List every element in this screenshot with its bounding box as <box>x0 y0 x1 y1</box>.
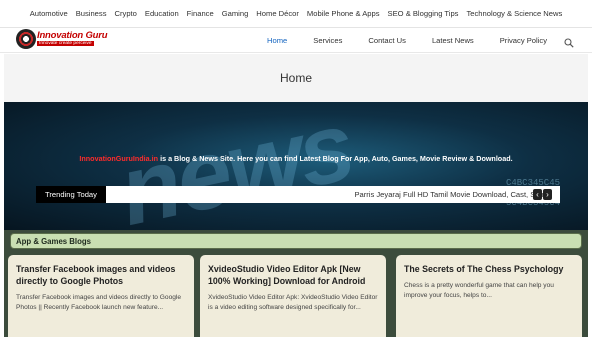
blog-card[interactable]: XvideoStudio Video Editor Apk [New 100% … <box>200 255 386 337</box>
nav-contact-us[interactable]: Contact Us <box>355 36 419 45</box>
trending-bar: Trending Today Parris Jeyaraj Full HD Ta… <box>36 186 560 203</box>
category-crypto[interactable]: Crypto <box>115 9 137 18</box>
blog-section: App & Games Blogs Transfer Facebook imag… <box>4 230 588 337</box>
nav-latest-news[interactable]: Latest News <box>419 36 487 45</box>
blog-card-excerpt: XvideoStudio Video Editor Apk: XvideoStu… <box>208 294 378 311</box>
hero-banner: news C4BC345C45AC6BC345C65C4BC345C4 Inno… <box>4 102 588 230</box>
logo-tagline: Innovate create perceive <box>37 41 94 46</box>
category-education[interactable]: Education <box>145 9 179 18</box>
nav-home[interactable]: Home <box>254 36 300 45</box>
category-automotive[interactable]: Automotive <box>30 9 68 18</box>
hero-background-graphic: news <box>110 102 361 230</box>
logo-name: Innovation Guru <box>37 30 108 41</box>
blog-card-excerpt: Transfer Facebook images and videos dire… <box>16 294 182 311</box>
main-nav: Home Services Contact Us Latest News Pri… <box>254 28 574 52</box>
trending-next-icon[interactable]: › <box>543 189 552 200</box>
section-header: App & Games Blogs <box>10 233 582 249</box>
trending-ticker: Parris Jeyaraj Full HD Tamil Movie Downl… <box>106 186 560 203</box>
blog-card-title[interactable]: The Secrets of The Chess Psychology <box>404 263 574 275</box>
trending-prev-icon[interactable]: ‹ <box>533 189 542 200</box>
blog-card-title[interactable]: XvideoStudio Video Editor Apk [New 100% … <box>208 263 378 287</box>
trending-label: Trending Today <box>36 186 106 203</box>
category-technology-science[interactable]: Technology & Science News <box>466 9 562 18</box>
site-logo[interactable]: Innovation Guru Innovate create perceive <box>16 29 116 49</box>
trending-arrows: ‹ › <box>533 189 552 200</box>
category-business[interactable]: Business <box>76 9 107 18</box>
blog-card[interactable]: Transfer Facebook images and videos dire… <box>8 255 194 337</box>
search-icon[interactable] <box>564 35 574 48</box>
trending-item[interactable]: Parris Jeyaraj Full HD Tamil Movie Downl… <box>354 190 548 199</box>
category-seo-blogging[interactable]: SEO & Blogging Tips <box>388 9 459 18</box>
blog-card[interactable]: The Secrets of The Chess Psychology Ches… <box>396 255 582 337</box>
page-title-area: Home <box>4 54 588 102</box>
category-bar: Automotive Business Crypto Education Fin… <box>0 0 592 28</box>
nav-privacy-policy[interactable]: Privacy Policy <box>487 36 560 45</box>
hero-intro: InnovationGuruIndia.in is a Blog & News … <box>4 154 588 163</box>
blog-card-excerpt: Chess is a pretty wonderful game that ca… <box>404 282 554 299</box>
category-mobile-phone-apps[interactable]: Mobile Phone & Apps <box>307 9 380 18</box>
nav-services[interactable]: Services <box>300 36 355 45</box>
page-title: Home <box>279 71 312 85</box>
site-header: Innovation Guru Innovate create perceive… <box>0 28 592 53</box>
category-gaming[interactable]: Gaming <box>222 9 249 18</box>
blog-card-title[interactable]: Transfer Facebook images and videos dire… <box>16 263 186 287</box>
category-finance[interactable]: Finance <box>187 9 214 18</box>
logo-gear-icon <box>16 29 36 49</box>
hero-site-name[interactable]: InnovationGuruIndia.in <box>79 154 158 163</box>
hero-intro-text: is a Blog & News Site. Here you can find… <box>158 154 513 163</box>
section-title: App & Games Blogs <box>16 236 91 246</box>
category-home-decor[interactable]: Home Décor <box>256 9 299 18</box>
